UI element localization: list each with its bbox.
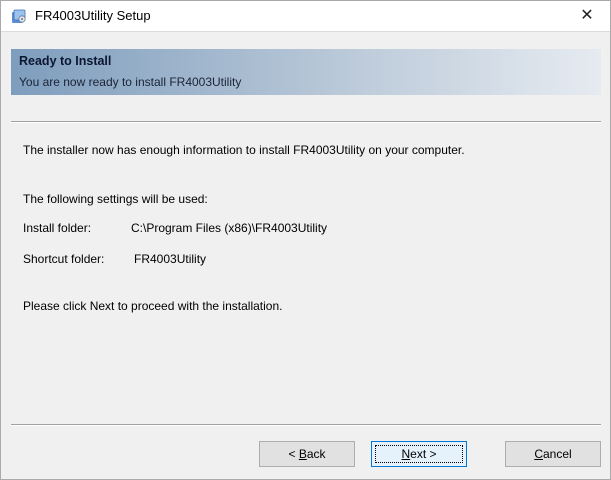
install-folder-label: Install folder:	[23, 221, 92, 235]
shortcut-folder-label: Shortcut folder:	[23, 252, 105, 266]
window-title: FR4003Utility Setup	[35, 8, 151, 23]
cancel-button-mnemonic: C	[534, 447, 543, 461]
cancel-button-label: ancel	[542, 447, 572, 461]
cancel-button[interactable]: Cancel	[505, 441, 601, 467]
title-bar: FR4003Utility Setup ✕	[1, 1, 610, 31]
installer-icon	[11, 8, 27, 24]
shortcut-folder-value: FR4003Utility	[134, 252, 207, 266]
back-button-mnemonic: B	[298, 447, 307, 461]
header-banner: Ready to Install You are now ready to in…	[11, 49, 601, 95]
instruction-text: Please click Next to proceed with the in…	[23, 299, 283, 313]
install-folder-value: C:\Program Files (x86)\FR4003Utility	[131, 221, 328, 235]
header-subtitle: You are now ready to install FR4003Utili…	[19, 75, 242, 89]
header-title: Ready to Install	[19, 54, 112, 68]
intro-text: The installer now has enough information…	[23, 143, 465, 157]
back-button[interactable]: < Back	[259, 441, 355, 467]
close-button[interactable]: ✕	[564, 1, 610, 31]
next-button[interactable]: Next >	[371, 441, 467, 467]
setup-window: FR4003Utility Setup ✕ Ready to Install Y…	[0, 0, 611, 480]
titlebar-divider	[1, 31, 610, 32]
focus-rectangle	[375, 445, 463, 463]
close-icon: ✕	[580, 7, 594, 24]
footer-divider-highlight	[11, 425, 601, 426]
back-button-prefix: <	[288, 447, 299, 461]
back-button-label: ack	[306, 447, 326, 461]
settings-heading: The following settings will be used:	[23, 192, 208, 206]
header-divider-highlight	[11, 122, 601, 123]
